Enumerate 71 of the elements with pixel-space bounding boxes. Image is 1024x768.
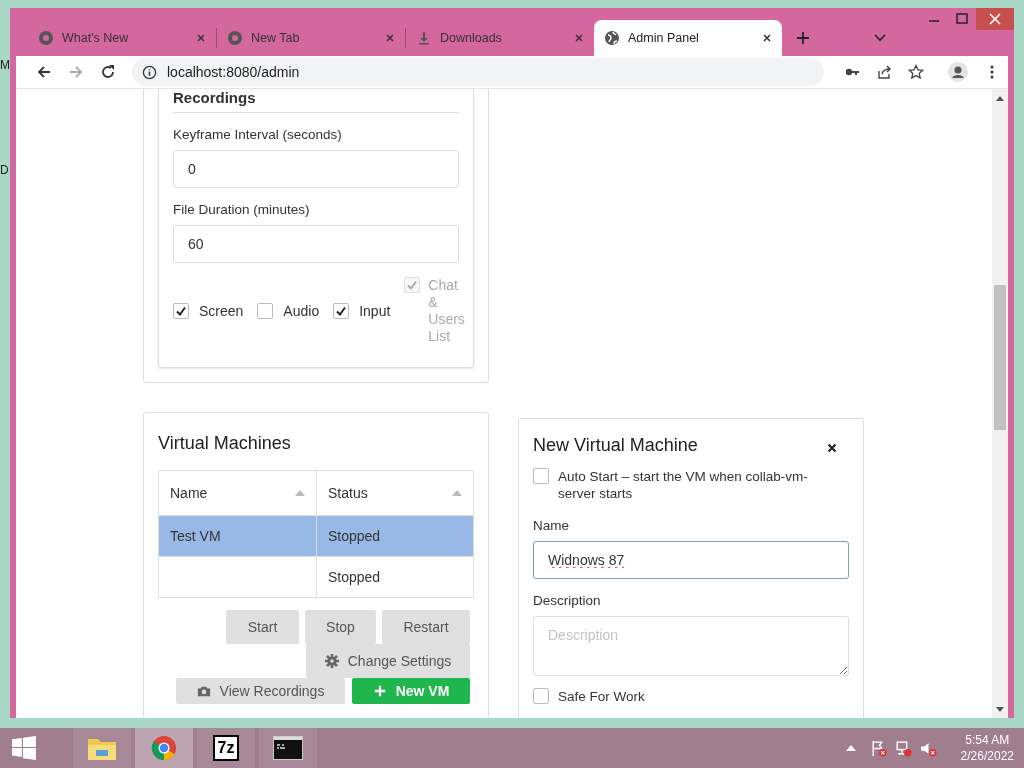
scroll-down-icon[interactable]: [996, 707, 1004, 712]
table-row[interactable]: Test VM Stopped: [159, 515, 473, 556]
checkbox-label: Auto Start – start the VM when collab-vm-server starts: [558, 468, 809, 502]
sort-icon: [452, 490, 462, 496]
field-label: Keyframe Interval (seconds): [173, 127, 343, 142]
camera-icon: [196, 684, 211, 698]
field-label: Name: [533, 518, 570, 533]
action-button[interactable]: Restart: [382, 610, 470, 644]
action-button[interactable]: Start: [226, 610, 299, 644]
browser-tab[interactable]: What's New: [28, 20, 216, 56]
checkbox-label: Chat & Users List: [428, 277, 465, 345]
checkbox-label: Screen: [199, 303, 244, 319]
input-field[interactable]: 0: [173, 150, 459, 188]
chevron-down-icon[interactable]: [874, 34, 886, 42]
checkbox-label: Safe For Work: [558, 688, 646, 705]
show-hidden-icons-icon[interactable]: [845, 745, 856, 751]
clock-time[interactable]: 5:54 AM: [965, 732, 1010, 748]
field-label: File Duration (minutes): [173, 202, 311, 217]
globe-icon: [604, 30, 620, 46]
browser-tab[interactable]: Downloads: [406, 20, 594, 56]
table-cell: Stopped: [328, 528, 381, 544]
network-icon[interactable]: [894, 739, 912, 757]
card-title: New Virtual Machine: [533, 435, 698, 456]
checkbox[interactable]: [333, 303, 350, 319]
desktop-icon-label: M: [0, 58, 10, 72]
taskbar-button[interactable]: 7z: [197, 728, 255, 768]
gear-icon: [324, 654, 339, 668]
plus-icon: [372, 684, 387, 698]
table-cell: Stopped: [328, 569, 381, 585]
table-row[interactable]: Stopped: [159, 556, 473, 597]
close-icon[interactable]: [827, 443, 837, 453]
taskbar-button[interactable]: [259, 728, 317, 768]
back-icon[interactable]: [36, 64, 52, 80]
checkbox[interactable]: [257, 303, 274, 319]
browser-tab[interactable]: New Tab: [217, 20, 405, 56]
checkbox-label: Input: [359, 303, 391, 319]
profile-icon[interactable]: [948, 62, 968, 82]
table-cell: Test VM: [170, 528, 221, 544]
browser-tab[interactable]: Admin Panel: [594, 20, 782, 56]
input-field[interactable]: 60: [173, 225, 459, 263]
description-field[interactable]: Description: [533, 616, 849, 676]
terminal-icon: [273, 735, 303, 761]
close-icon[interactable]: [762, 33, 772, 43]
column-header[interactable]: Name: [159, 471, 316, 515]
checkbox[interactable]: [533, 688, 549, 704]
address-bar[interactable]: localhost:8080/admin: [132, 58, 824, 86]
download-icon: [416, 30, 432, 46]
windows-start-icon[interactable]: [11, 735, 37, 761]
sort-icon: [295, 490, 305, 496]
action-button[interactable]: Change Settings: [306, 644, 470, 678]
info-icon[interactable]: [142, 64, 157, 80]
archive-app-icon: 7z: [212, 735, 240, 761]
checkbox[interactable]: [533, 468, 549, 484]
scrollbar-thumb[interactable]: [994, 285, 1006, 430]
clock-date[interactable]: 2/26/2022: [960, 748, 1014, 764]
card-title: Virtual Machines: [158, 433, 292, 454]
section-title: Recordings: [173, 89, 459, 113]
desktop-icon-label: D: [0, 163, 9, 177]
checkbox-label: Audio: [283, 303, 320, 319]
flag-icon[interactable]: [869, 739, 887, 757]
name-input-field[interactable]: Widnows 87: [533, 541, 849, 579]
action-button[interactable]: View Recordings: [176, 678, 345, 704]
action-button[interactable]: Stop: [305, 610, 376, 644]
scroll-up-icon[interactable]: [996, 96, 1004, 101]
field-label: Description: [533, 593, 602, 608]
scrollbar[interactable]: [992, 89, 1008, 718]
new-tab-icon[interactable]: [796, 31, 810, 45]
star-icon[interactable]: [908, 64, 924, 80]
share-icon[interactable]: [876, 64, 892, 80]
reload-icon[interactable]: [100, 64, 116, 80]
checkbox[interactable]: [173, 303, 189, 319]
